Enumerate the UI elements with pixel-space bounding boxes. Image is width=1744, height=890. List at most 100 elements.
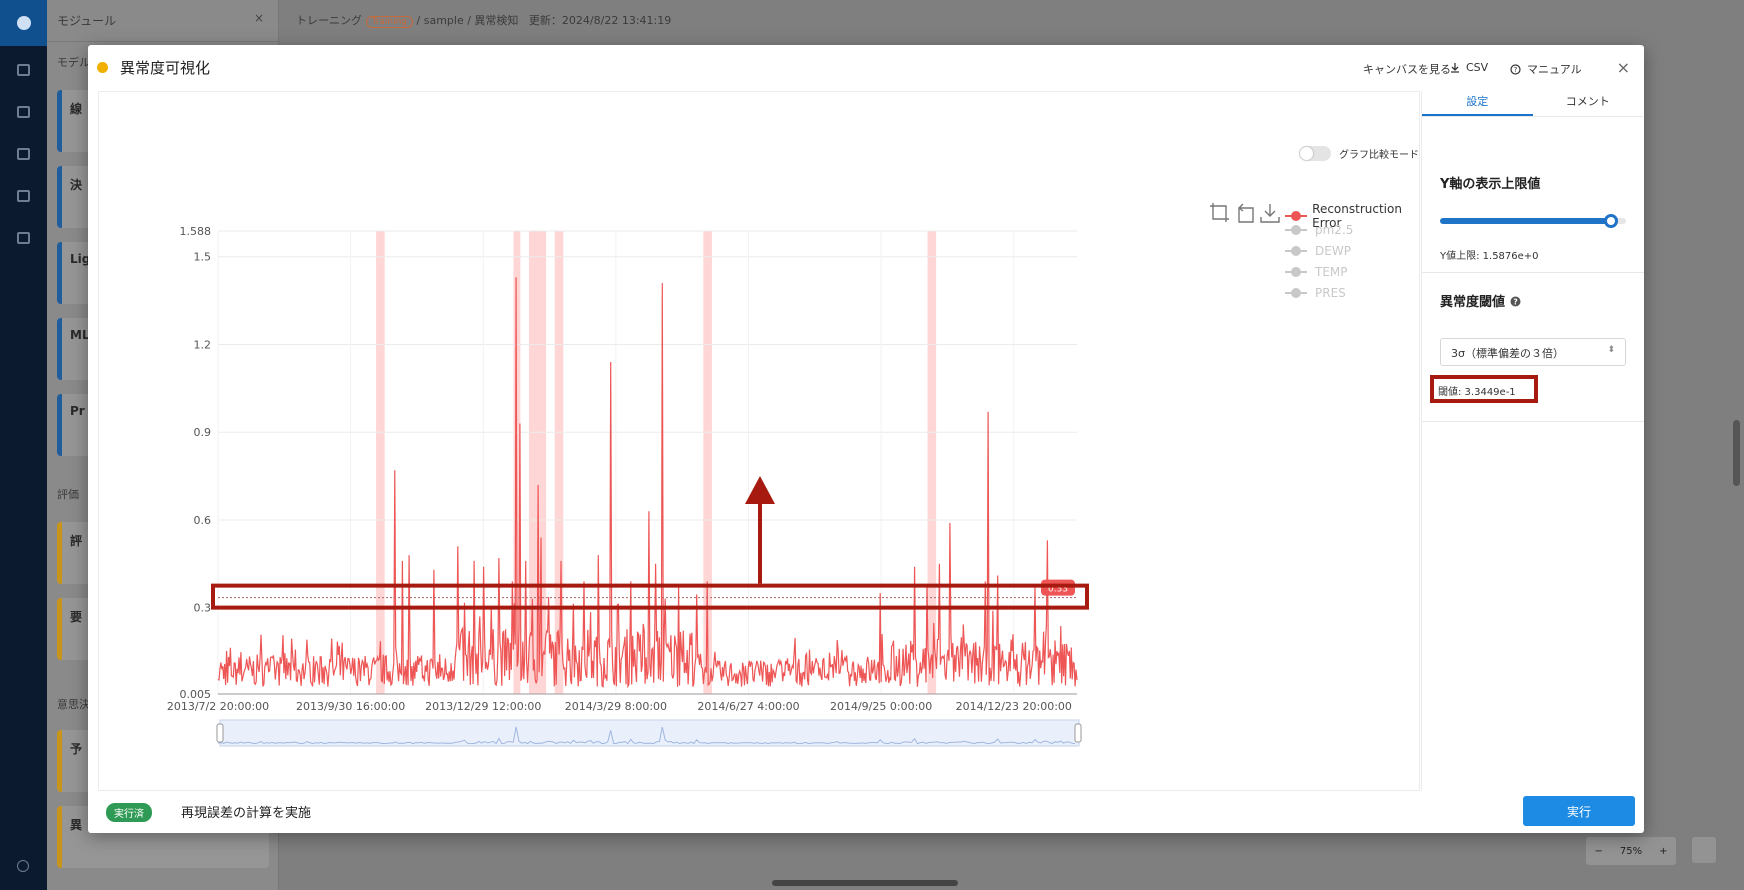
status-text: 再現誤差の計算を実施 <box>181 806 312 821</box>
manual-label: マニュアル <box>1527 63 1582 76</box>
map-icon[interactable] <box>1692 837 1716 863</box>
anomaly-visualization-modal: 異常度可視化 キャンバスを見る CSV ? マニュアル × 1.588 1.5 1.… <box>88 45 1644 833</box>
x-tick-label: 2014/12/23 20:00:00 <box>956 700 1072 713</box>
modal-header: 異常度可視化 キャンバスを見る CSV ? マニュアル × <box>88 45 1644 89</box>
y-limit-slider[interactable] <box>1440 214 1626 228</box>
x-tick-label: 2014/6/27 4:00:00 <box>697 700 799 713</box>
save-image-icon[interactable] <box>1259 202 1281 224</box>
data-zoom-slider <box>216 719 1082 747</box>
anomaly-chart: 1.5881.51.20.90.60.30.005 2013/7/2 20:00… <box>167 225 1089 747</box>
slider-fill <box>1440 218 1612 224</box>
annotation-arrow-head <box>745 476 775 504</box>
svg-text:?: ? <box>1513 297 1517 306</box>
x-tick-label: 2014/9/25 0:00:00 <box>830 700 932 713</box>
threshold-value: 閾値: 3.3449e-1 <box>1430 375 1538 403</box>
y-tick-label: 1.2 <box>194 338 212 351</box>
view-canvas-label: キャンバスを見る <box>1363 63 1451 76</box>
y-tick-label: 1.588 <box>180 225 212 238</box>
legend-marker <box>1285 288 1307 298</box>
y-limit-value: Y値上限: 1.5876e+0 <box>1440 251 1539 262</box>
zoom-control: − 75% + <box>1586 837 1676 865</box>
help-icon[interactable] <box>17 860 29 872</box>
help-circle-icon: ? <box>1510 63 1521 75</box>
view-canvas-button[interactable]: キャンバスを見る <box>1363 61 1451 77</box>
section-eval: 評価 <box>57 488 79 501</box>
y-tick-label: 0.9 <box>194 426 212 439</box>
legend-marker <box>1285 267 1307 277</box>
legend-marker <box>1285 246 1307 256</box>
y-axis-limit-title: Y軸の表示上限値 <box>1440 177 1541 192</box>
compare-mode-label: グラフ比較モード <box>1339 150 1419 161</box>
y-tick-label: 0.6 <box>194 514 212 527</box>
y-tick-label: 1.5 <box>194 251 212 264</box>
status-badge: 実行済 <box>106 803 152 822</box>
legend-item[interactable]: DEWP <box>1285 244 1351 258</box>
divider <box>1422 421 1644 422</box>
x-tick-label: 2013/9/30 16:00:00 <box>296 700 405 713</box>
anomaly-band <box>376 231 385 694</box>
logo-icon <box>17 16 31 30</box>
module-panel-header: モジュール × <box>47 0 278 42</box>
app-logo[interactable] <box>0 0 47 46</box>
anomaly-threshold-title: 異常度閾値 ? <box>1440 291 1521 310</box>
x-tick-label: 2013/12/29 12:00:00 <box>425 700 541 713</box>
anomaly-band <box>927 231 937 694</box>
close-icon[interactable]: × <box>254 11 264 25</box>
module-panel-title: モジュール <box>57 14 117 28</box>
help-circle-icon[interactable]: ? <box>1510 296 1521 307</box>
legend-label: DEWP <box>1315 244 1351 258</box>
zoom-select-icon[interactable] <box>1209 202 1231 224</box>
slider-handle[interactable] <box>1604 214 1619 228</box>
annotations <box>211 476 1089 610</box>
app-rail <box>0 0 47 890</box>
legend-item[interactable]: PRES <box>1285 286 1346 300</box>
zoom-in-button[interactable]: + <box>1659 846 1667 857</box>
svg-text:?: ? <box>1514 66 1518 74</box>
scrollbar[interactable] <box>1733 420 1740 486</box>
download-icon <box>1451 63 1459 73</box>
breadcrumb-root[interactable]: トレーニング <box>296 14 362 27</box>
x-tick-label: 2014/3/29 8:00:00 <box>565 700 667 713</box>
anomaly-threshold-label: 異常度閾値 <box>1440 295 1506 310</box>
tab-comment[interactable]: コメント <box>1533 91 1644 116</box>
legend-item[interactable]: TEMP <box>1285 265 1348 279</box>
manual-button[interactable]: ? マニュアル <box>1510 61 1582 77</box>
y-axis-labels: 1.5881.51.20.90.60.30.005 <box>180 225 212 701</box>
percent-icon[interactable] <box>17 232 30 244</box>
error-series <box>217 277 1078 689</box>
divider <box>1422 272 1644 273</box>
threshold-select-value: 3σ（標準偏差の３倍） <box>1451 347 1564 360</box>
close-icon[interactable]: × <box>1617 58 1630 77</box>
run-button[interactable]: 実行 <box>1523 796 1635 826</box>
chart-area: 1.588 1.5 1.2 0.9 0.6 0.3 0.005 2013/7/2 20:00… <box>98 91 1420 791</box>
tab-settings[interactable]: 設定 <box>1422 91 1533 116</box>
csv-download-button[interactable]: CSV <box>1450 61 1488 74</box>
legend-marker <box>1285 211 1308 221</box>
zoom-reset-icon[interactable] <box>1234 202 1256 224</box>
threshold-select[interactable]: 3σ（標準偏差の３倍） ⬍ <box>1440 338 1626 366</box>
grid-lines <box>217 230 1077 695</box>
csv-label: CSV <box>1466 61 1489 74</box>
zoom-out-button[interactable]: − <box>1594 846 1602 857</box>
x-axis-labels: 2013/7/2 20:00:00 2013/9/30 16:00:00 2013/… <box>167 700 1072 713</box>
text-icon[interactable] <box>17 190 30 202</box>
threshold-line: 0.33 <box>218 579 1077 599</box>
flask-icon[interactable] <box>17 148 30 160</box>
section-decision: 意思決 <box>57 698 90 711</box>
chevron-updown-icon: ⬍ <box>1607 345 1615 355</box>
zoom-handle-left <box>216 723 224 743</box>
zoom-level: 75% <box>1619 845 1643 857</box>
home-indicator <box>772 880 958 886</box>
legend-label: pm2.5 <box>1315 223 1354 237</box>
document-icon[interactable] <box>17 64 30 76</box>
database-icon[interactable] <box>17 106 30 118</box>
zoom-handle-right <box>1074 723 1082 743</box>
section-model: モデル <box>57 56 90 69</box>
breadcrumb-path[interactable]: / sample / 異常検知 <box>417 14 519 27</box>
breadcrumb: トレーニング Training / sample / 異常検知 更新：2024/… <box>296 12 671 28</box>
legend-marker <box>1285 225 1307 235</box>
toggle-switch[interactable] <box>1299 146 1331 161</box>
legend-label: PRES <box>1315 286 1346 300</box>
legend-item[interactable]: pm2.5 <box>1285 223 1353 237</box>
compare-mode-toggle[interactable]: グラフ比較モード <box>1299 146 1419 161</box>
